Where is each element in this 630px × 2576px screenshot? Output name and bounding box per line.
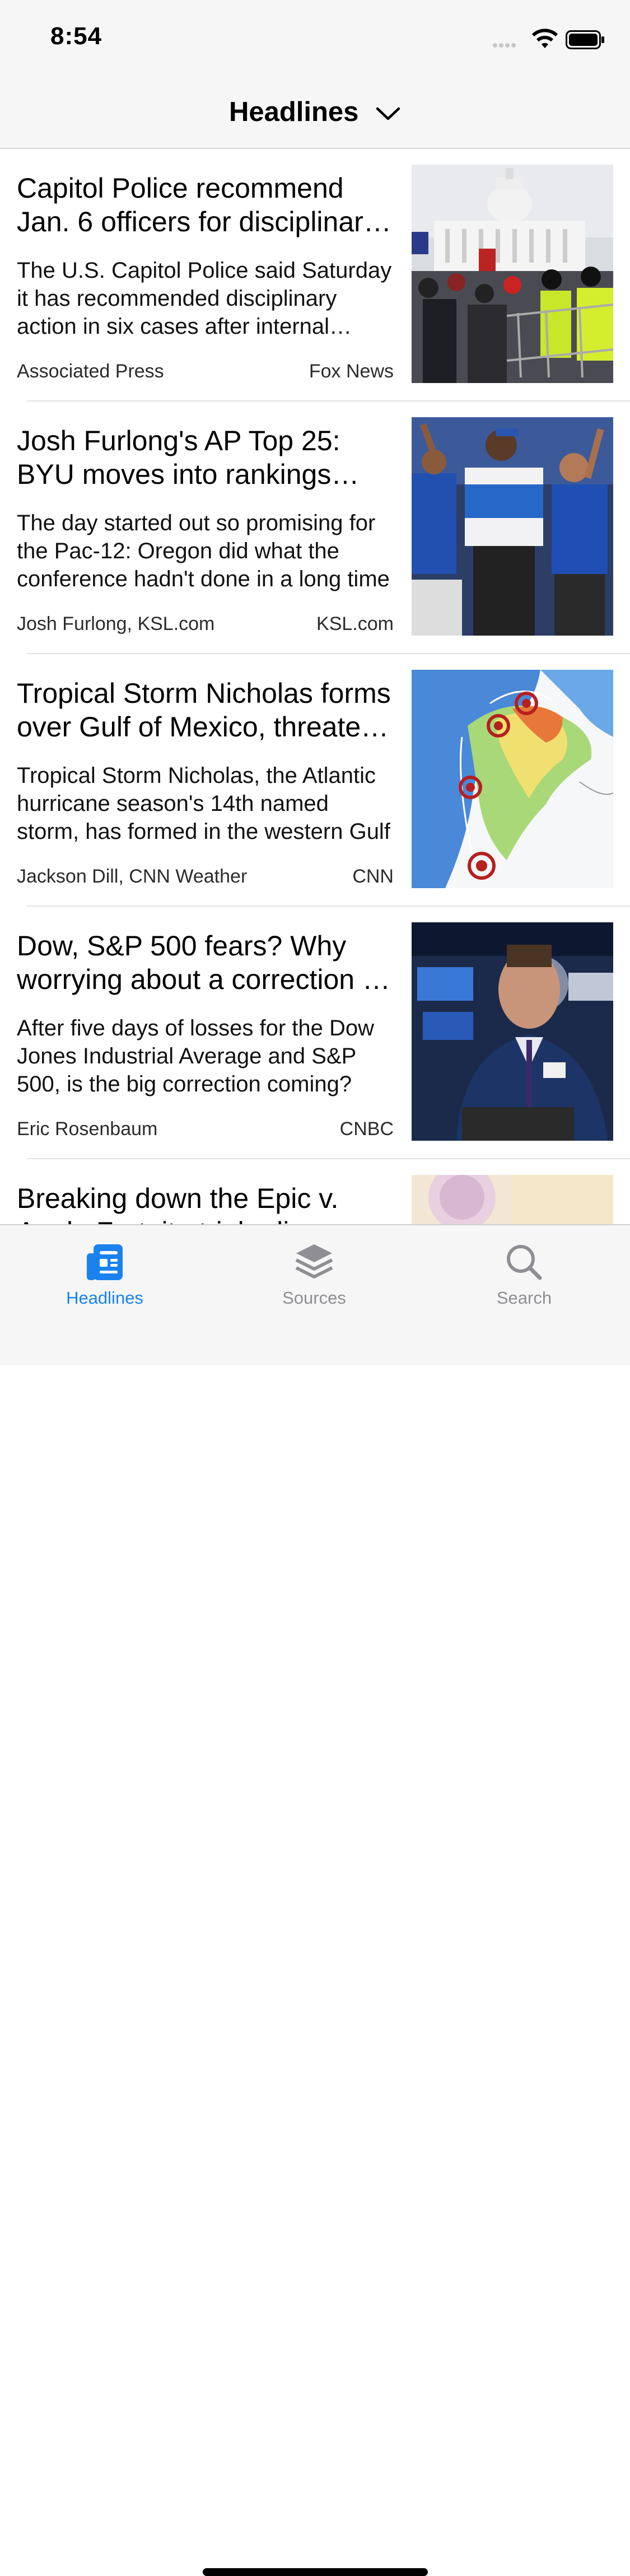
article-headline: Tropical Storm Nicholas forms over Gulf …: [17, 678, 391, 743]
article-headline: Josh Furlong's AP Top 25: BYU moves into…: [17, 425, 340, 490]
article-thumbnail: [412, 165, 613, 383]
navigation-bar: Headlines: [0, 78, 630, 149]
article-thumbnail: [412, 922, 613, 1141]
battery-icon: [566, 30, 604, 49]
article-author: Associated Press: [17, 361, 164, 382]
headlines-dropdown[interactable]: Headlines: [0, 96, 630, 128]
chevron-down-icon: [376, 107, 400, 120]
article-row[interactable]: Dow, S&P 500 fears? Why worrying about a…: [0, 907, 630, 1159]
article-source: Fox News: [309, 361, 394, 382]
article-source: CNN: [352, 866, 394, 887]
tab-label: Headlines: [66, 1288, 143, 1308]
article-headline: Breaking down the Epic v. Apple Fortnite…: [17, 1183, 339, 1224]
article-summary: The day started out so promising for the…: [17, 511, 390, 591]
tab-bar: Headlines Sources Search: [0, 1224, 630, 2576]
article-thumbnail: [412, 670, 613, 888]
home-indicator[interactable]: [203, 2568, 428, 2576]
status-time: 8:54: [50, 22, 102, 50]
article-summary: The U.S. Capitol Police said Saturday it…: [17, 258, 392, 339]
search-icon: [507, 1245, 542, 1280]
article-thumbnail: [412, 1175, 613, 1224]
article-summary: Tropical Storm Nicholas, the Atlantic hu…: [17, 763, 390, 844]
article-headline: Dow, S&P 500 fears? Why worrying about a…: [17, 930, 383, 995]
article-row[interactable]: Josh Furlong's AP Top 25: BYU moves into…: [0, 402, 630, 654]
tab-sources[interactable]: Sources: [247, 1240, 381, 1308]
article-row[interactable]: Tropical Storm Nicholas forms over Gulf …: [0, 654, 630, 907]
article-author: Josh Furlong, KSL.com: [17, 613, 215, 634]
tab-headlines[interactable]: Headlines: [38, 1240, 172, 1308]
stack-icon: [295, 1244, 333, 1278]
tab-label: Search: [496, 1288, 552, 1308]
article-source: KSL.com: [316, 613, 394, 634]
article-author: Jackson Dill, CNN Weather: [17, 866, 248, 887]
article-row[interactable]: Breaking down the Epic v. Apple Fortnite…: [0, 1159, 630, 1224]
article-list[interactable]: Capitol Police recommend Jan. 6 officers…: [0, 149, 630, 1224]
status-bar: 8:54: [0, 0, 630, 78]
tab-label: Sources: [282, 1288, 346, 1308]
article-row[interactable]: Capitol Police recommend Jan. 6 officers…: [0, 149, 630, 402]
wifi-icon: [531, 29, 558, 48]
newspaper-icon: [87, 1244, 123, 1280]
article-author: Eric Rosenbaum: [17, 1118, 158, 1140]
article-source: CNBC: [339, 1118, 394, 1140]
article-headline: Capitol Police recommend Jan. 6 officers…: [17, 172, 377, 237]
cellular-signal-icon: [493, 40, 517, 50]
tab-search[interactable]: Search: [457, 1240, 591, 1308]
page-title: Headlines: [228, 97, 359, 127]
article-summary: After five days of losses for the Dow Jo…: [17, 1016, 375, 1096]
article-thumbnail: [412, 417, 613, 636]
